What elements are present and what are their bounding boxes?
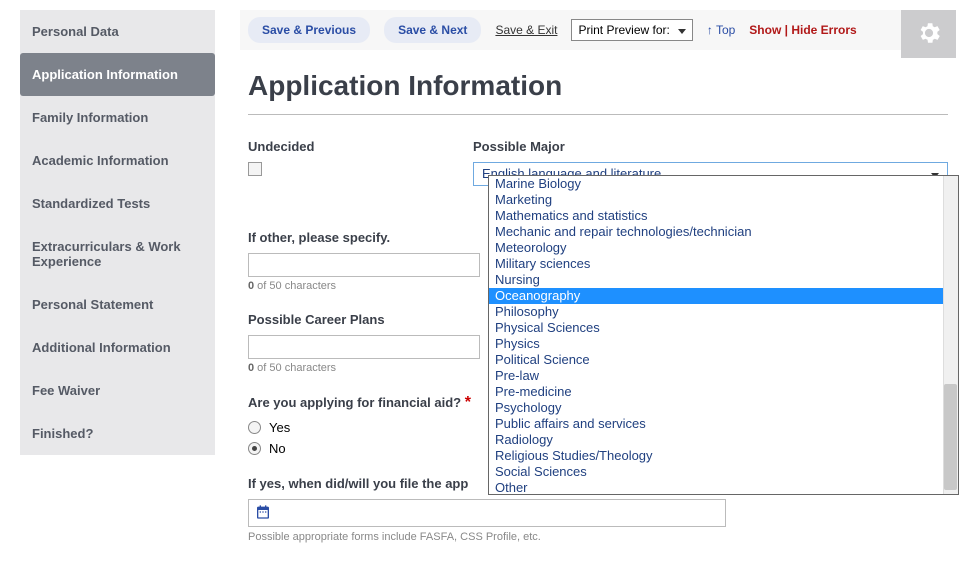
required-asterisk-icon: * (465, 394, 471, 411)
top-link[interactable]: ↑ Top (707, 23, 735, 37)
possible-major-label: Possible Major (473, 139, 948, 154)
major-option[interactable]: Meteorology (489, 240, 944, 256)
major-option[interactable]: Public affairs and services (489, 416, 944, 432)
gear-icon (915, 19, 943, 50)
sidebar-item-extracurriculars[interactable]: Extracurriculars & Work Experience (20, 225, 215, 283)
major-option[interactable]: Physics (489, 336, 944, 352)
fafsa-hint: Possible appropriate forms include FASFA… (248, 531, 948, 543)
major-option[interactable]: Psychology (489, 400, 944, 416)
financial-aid-no-radio[interactable] (248, 442, 261, 455)
sidebar-item-finished[interactable]: Finished? (20, 412, 215, 455)
sidebar: Personal Data Application Information Fa… (20, 10, 215, 455)
save-exit-link[interactable]: Save & Exit (495, 23, 557, 37)
sidebar-item-academic-information[interactable]: Academic Information (20, 139, 215, 182)
major-option[interactable]: Political Science (489, 352, 944, 368)
major-option[interactable]: Military sciences (489, 256, 944, 272)
settings-button[interactable] (901, 10, 956, 58)
sidebar-item-standardized-tests[interactable]: Standardized Tests (20, 182, 215, 225)
show-hide-errors-link[interactable]: Show | Hide Errors (749, 23, 856, 37)
major-option[interactable]: Nursing (489, 272, 944, 288)
topbar: Save & Previous Save & Next Save & Exit … (240, 10, 956, 50)
major-option[interactable]: Social Sciences (489, 464, 944, 480)
sidebar-item-personal-data[interactable]: Personal Data (20, 10, 215, 53)
major-option[interactable]: Philosophy (489, 304, 944, 320)
sidebar-item-fee-waiver[interactable]: Fee Waiver (20, 369, 215, 412)
sidebar-item-personal-statement[interactable]: Personal Statement (20, 283, 215, 326)
save-next-button[interactable]: Save & Next (384, 17, 481, 43)
sidebar-item-application-information[interactable]: Application Information (20, 53, 215, 96)
print-preview-select[interactable]: Print Preview for: (571, 19, 692, 41)
page-title: Application Information (248, 66, 948, 115)
major-option[interactable]: Religious Studies/Theology (489, 448, 944, 464)
undecided-checkbox[interactable] (248, 162, 262, 176)
major-option[interactable]: Mathematics and statistics (489, 208, 944, 224)
major-option[interactable]: Pre-medicine (489, 384, 944, 400)
other-specify-input[interactable] (248, 253, 480, 277)
save-previous-button[interactable]: Save & Previous (248, 17, 370, 43)
sidebar-item-family-information[interactable]: Family Information (20, 96, 215, 139)
major-option[interactable]: Other (489, 480, 944, 495)
major-option[interactable]: Marine Biology (489, 176, 944, 192)
sidebar-item-additional-information[interactable]: Additional Information (20, 326, 215, 369)
major-option[interactable]: Oceanography (489, 288, 944, 304)
undecided-label: Undecided (248, 139, 473, 154)
financial-aid-yes-radio[interactable] (248, 421, 261, 434)
dropdown-scroll-thumb[interactable] (944, 384, 957, 490)
major-option[interactable]: Radiology (489, 432, 944, 448)
major-option[interactable]: Pre-law (489, 368, 944, 384)
fafsa-date-input[interactable] (248, 499, 726, 527)
major-option[interactable]: Marketing (489, 192, 944, 208)
no-label: No (269, 441, 286, 456)
yes-label: Yes (269, 420, 290, 435)
major-option[interactable]: Physical Sciences (489, 320, 944, 336)
major-option[interactable]: Mechanic and repair technologies/technic… (489, 224, 944, 240)
calendar-icon (255, 504, 271, 523)
dropdown-scrollbar[interactable] (943, 176, 958, 494)
career-plans-input[interactable] (248, 335, 480, 359)
possible-major-dropdown-list: Marine BiologyMarketingMathematics and s… (488, 175, 959, 495)
